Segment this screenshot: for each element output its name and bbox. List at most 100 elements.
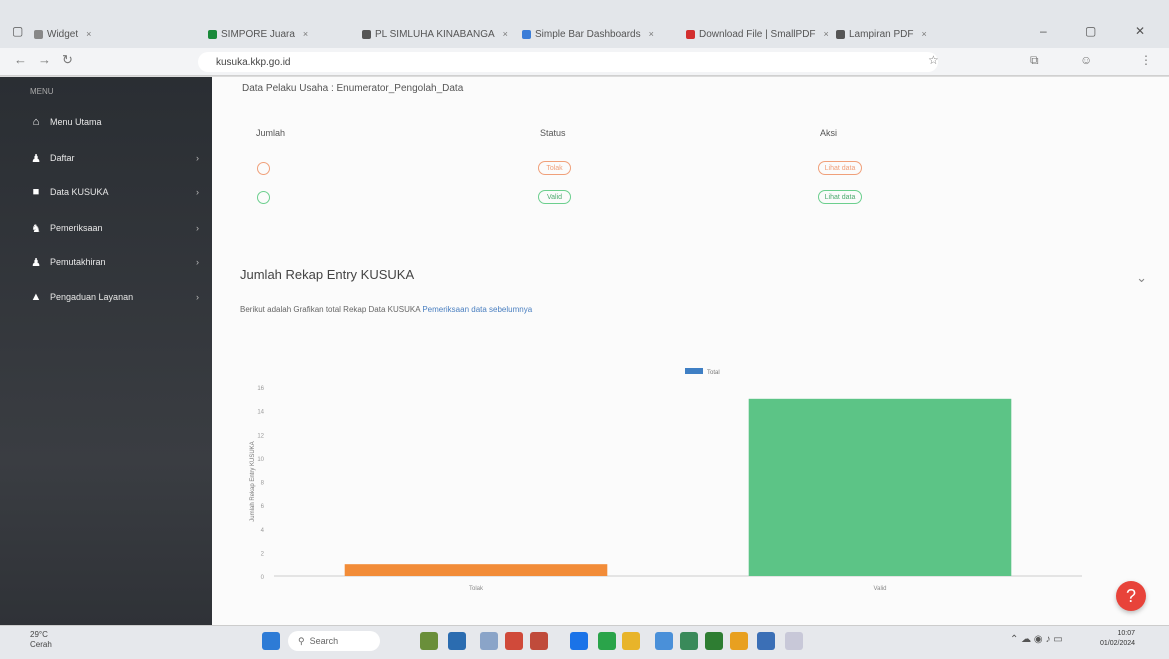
bar-valid [748,398,1012,576]
bookmark-icon[interactable]: ☆ [928,53,939,67]
url-field[interactable]: kusuka.kkp.go.id [198,52,938,72]
user-icon: ♟ [31,256,41,269]
app-icon-1[interactable] [420,632,438,650]
main-content: Data Pelaku Usaha : Enumerator_Pengolah_… [212,77,1169,625]
browser-tab[interactable]: PL SIMLUHA KINABANGA × [362,24,508,44]
forward-icon[interactable]: → [38,52,51,67]
folder-icon: ■ [32,186,40,198]
sidebar-item[interactable]: ■ Data KUSUKA › [30,183,205,201]
tab-label: Widget [47,28,79,40]
home-icon: ⌂ [32,116,40,128]
sidebar-item[interactable]: ▲ Pengaduan Layanan › [30,288,205,306]
tab-favicon-icon [836,29,845,39]
browser-tab[interactable]: Widget × [34,24,91,44]
browser-tab[interactable]: SIMPORE Juara × [208,24,308,44]
search-icon: ⚲ [298,635,305,646]
sidebar: MENU ⌂ Menu Utama ♟ Daftar › ■ Data KUSUKA › ♞ Pe… [0,77,212,625]
minimize-icon[interactable]: – [1040,24,1047,38]
y-tick-label: 16 [257,386,264,392]
browser-tab[interactable]: Simple Bar Dashboards × [522,24,654,44]
lock-icon: ▲ [30,291,42,303]
sidebar-header: MENU [30,87,54,96]
start-menu-icon[interactable] [262,632,280,650]
word-icon[interactable] [757,632,775,650]
search-placeholder: Search [309,636,339,646]
bar-tolak [344,564,608,576]
weather-desc: Cerah [30,640,52,649]
reload-icon[interactable]: ↻ [62,52,73,68]
tab-close-icon[interactable]: × [503,29,508,39]
tab-favicon-icon [34,29,43,39]
x-tick-label: Valid [874,586,887,592]
chevron-right-icon: › [196,187,199,197]
tab-label: Simple Bar Dashboards [535,28,641,40]
tab-label: PL SIMLUHA KINABANGA [375,28,495,40]
tab-close-icon[interactable]: × [921,29,926,39]
tab-close-icon[interactable]: × [86,29,91,39]
y-tick-label: 2 [261,551,265,557]
sidebar-item-label: Data KUSUKA [50,187,109,197]
clock-date: 01/02/2024 [1100,640,1136,647]
sidebar-item-label: Pemeriksaan [50,223,103,233]
app-icon-6[interactable] [655,632,673,650]
tab-label: Lampiran PDF [849,28,914,40]
user-add-icon: ♟ [31,152,41,165]
app-icon-3[interactable] [480,632,498,650]
taskbar-clock[interactable]: 10:07 01/02/2024 [1100,629,1135,649]
sidebar-item-label: Pengaduan Layanan [50,292,134,302]
tab-label: Download File | SmallPDF [699,28,816,40]
chrome-icon[interactable] [570,632,588,650]
sidebar-item[interactable]: ⌂ Menu Utama [30,113,205,131]
help-icon: ? [1125,585,1136,606]
window-menu-icon[interactable]: ▢ [12,24,23,38]
browser-tab[interactable]: Lampiran PDF × [836,24,927,44]
taskbar-search[interactable]: ⚲ Search [288,631,380,651]
app-icon-8[interactable] [730,632,748,650]
weather-temp: 29°C [30,630,48,639]
y-axis-label: Jumlah Rekap Entry KUSUKA [250,441,256,521]
sidebar-item-label: Pemutakhiran [50,257,106,267]
tab-close-icon[interactable]: × [303,29,308,39]
legend-swatch [685,368,703,374]
tab-favicon-icon [686,29,695,39]
app-icon-5[interactable] [530,632,548,650]
sidebar-item-label: Menu Utama [50,117,102,127]
chevron-right-icon: › [196,257,199,267]
tab-close-icon[interactable]: × [649,29,654,39]
url-text: kusuka.kkp.go.id [216,56,291,68]
tab-label: SIMPORE Juara [221,28,295,40]
bar-chart: 0 2 4 6 8 10 12 14 16 Jumlah Rekap Entry KUSUKA To… [250,368,1082,592]
edge-icon[interactable] [598,632,616,650]
tab-favicon-icon [208,29,217,39]
app-icon-4[interactable] [505,632,523,650]
y-tick-label: 8 [261,481,265,487]
clock-time: 10:07 [1117,630,1136,637]
help-fab-button[interactable]: ? [1116,581,1146,611]
excel-icon[interactable] [705,632,723,650]
sidebar-item[interactable]: ♟ Daftar › [30,149,205,167]
legend-label: Total [707,370,720,376]
y-tick-label: 10 [257,457,264,463]
chevron-right-icon: › [196,292,199,302]
tab-close-icon[interactable]: × [824,29,829,39]
app-icon-9[interactable] [785,632,803,650]
sidebar-item[interactable]: ♟ Pemutakhiran › [30,253,205,271]
profile-icon[interactable]: ☺ [1080,53,1092,67]
system-tray-icons[interactable]: ⌃ ☁ ◉ ♪ ▭ [1010,634,1063,645]
maximize-icon[interactable]: ▢ [1085,24,1096,38]
chevron-right-icon: › [196,153,199,163]
tab-favicon-icon [522,29,531,39]
y-tick-label: 4 [261,528,265,534]
extensions-icon[interactable]: ⧉ [1030,53,1039,68]
app-icon-7[interactable] [680,632,698,650]
back-icon[interactable]: ← [14,52,27,67]
browser-tab[interactable]: Download File | SmallPDF × [686,24,829,44]
sidebar-item-label: Daftar [50,153,75,163]
sidebar-item[interactable]: ♞ Pemeriksaan › [30,219,205,237]
file-explorer-icon[interactable] [622,632,640,650]
weather-widget[interactable]: 29°C Cerah [30,630,52,650]
close-window-icon[interactable]: ✕ [1135,24,1145,38]
browser-menu-icon[interactable]: ⋮ [1140,53,1152,67]
app-icon-2[interactable] [448,632,466,650]
users-icon: ♞ [31,222,41,235]
